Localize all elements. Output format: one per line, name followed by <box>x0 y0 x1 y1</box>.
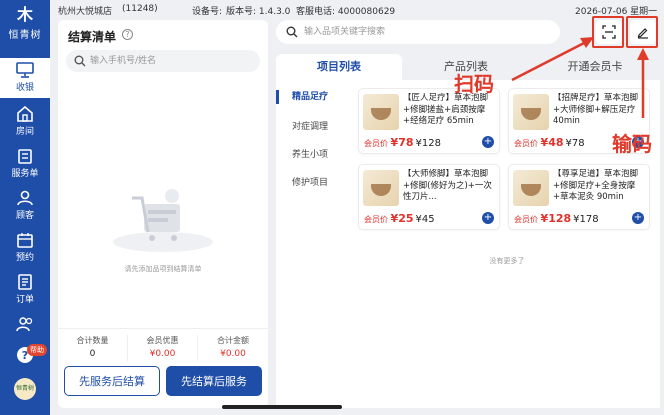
pay-first-button[interactable]: 先结算后服务 <box>166 366 262 396</box>
sidebar-item-staff[interactable] <box>0 312 50 336</box>
help-badge: 帮助 <box>27 344 47 356</box>
member-price: ¥78 <box>390 136 414 149</box>
home-icon <box>17 106 33 122</box>
product-title: 【招牌足疗】草本泡脚+大师修脚+解压足疗 40min <box>553 93 639 126</box>
search-icon <box>74 55 86 67</box>
home-indicator <box>222 405 342 409</box>
member-price: ¥48 <box>540 136 564 149</box>
product-price: 会员价 ¥128 ¥178 <box>514 212 599 225</box>
product-card[interactable]: 【尊享足道】草本泡脚+修脚足疗+全身按摩+草本泥灸 90min 会员价 ¥128… <box>508 164 650 230</box>
sidebar-item-label: 顾客 <box>15 211 34 221</box>
users-icon <box>16 317 33 332</box>
member-price-label: 会员价 <box>514 215 538 224</box>
hotline: 客服电话: 4000080629 <box>296 7 396 17</box>
product-image <box>363 170 399 206</box>
device-label: 设备号: <box>192 7 223 17</box>
member-price: ¥128 <box>540 212 572 225</box>
regular-price: ¥45 <box>415 214 435 225</box>
member-price-label: 会员价 <box>514 139 538 148</box>
regular-price: ¥128 <box>415 138 441 149</box>
add-icon[interactable]: + <box>482 212 494 224</box>
add-icon[interactable]: + <box>482 136 494 148</box>
summary-value: 0 <box>89 349 96 359</box>
summary-label: 会员优惠 <box>146 336 179 345</box>
sidebar: ⽊ 恒青树 收银 房间 服务单 顾客 预约 订单 ? 帮助 恒青树 <box>0 0 50 415</box>
store-id: (11248) <box>122 4 158 14</box>
summary-label: 合计数量 <box>76 336 109 345</box>
category-item[interactable]: 精品足疗 <box>276 84 354 110</box>
member-search-input[interactable] <box>90 53 250 69</box>
checkout-panel: 结算清单 ? 请先添加品项到结算清单 合计数量 0 会员优惠 ¥0.00 合计金… <box>58 20 268 408</box>
tab-projects[interactable]: 项目列表 <box>276 54 402 80</box>
cashier-icon <box>16 62 34 78</box>
summary-quantity: 合计数量 0 <box>58 335 128 361</box>
scan-highlight <box>592 16 624 48</box>
empty-text: 请先添加品项到结算清单 <box>124 265 202 273</box>
product-image <box>513 170 549 206</box>
product-title: 【匠人足疗】草本泡脚+修脚搓盐+肩颈按摩+经络足疗 65min <box>403 93 489 126</box>
member-price-label: 会员价 <box>364 215 388 224</box>
logo-text: 恒青树 <box>8 30 42 41</box>
sidebar-item-label: 房间 <box>15 127 34 137</box>
sidebar-item-label: 服务单 <box>11 169 39 179</box>
empty-cart-icon <box>113 189 213 252</box>
user-icon <box>17 190 33 206</box>
summary-value: ¥0.00 <box>220 349 246 359</box>
category-item[interactable]: 养生小项 <box>276 142 354 168</box>
product-image <box>513 94 549 130</box>
tab-membership[interactable]: 开通会员卡 <box>530 54 660 80</box>
product-price: 会员价 ¥78 ¥128 <box>364 136 441 149</box>
list-icon <box>18 274 32 290</box>
regular-price: ¥78 <box>565 138 585 149</box>
no-more-text: 没有更多了 <box>489 257 525 265</box>
sidebar-item-label: 订单 <box>15 295 34 305</box>
store-name: 杭州大悦城店 <box>58 7 113 17</box>
summary-value: ¥0.00 <box>149 349 176 359</box>
member-price-label: 会员价 <box>364 139 388 148</box>
order-icon <box>18 149 32 164</box>
add-icon[interactable]: + <box>632 212 644 224</box>
summary-discount: 会员优惠 ¥0.00 <box>128 335 198 361</box>
product-card[interactable]: 【匠人足疗】草本泡脚+修脚搓盐+肩颈按摩+经络足疗 65min 会员价 ¥78 ¥… <box>358 88 500 154</box>
sidebar-item-service-order[interactable]: 服务单 <box>0 144 50 184</box>
summary-label: 合计金额 <box>217 336 249 345</box>
avatar[interactable]: 恒青树 <box>14 378 36 400</box>
logo: ⽊ 恒青树 <box>0 5 50 42</box>
scan-annotation: 扫码 <box>454 72 494 96</box>
checkout-summary: 合计数量 0 会员优惠 ¥0.00 合计金额 ¥0.00 <box>58 328 268 362</box>
code-highlight <box>626 16 658 48</box>
product-title: 【尊享足道】草本泡脚+修脚足疗+全身按摩+草本泥灸 90min <box>553 169 639 202</box>
checkout-title: 结算清单 <box>68 30 117 44</box>
member-price: ¥25 <box>390 212 414 225</box>
search-icon <box>286 26 298 38</box>
serve-first-button[interactable]: 先服务后结算 <box>64 366 160 396</box>
sidebar-item-customers[interactable]: 顾客 <box>0 186 50 226</box>
sidebar-item-rooms[interactable]: 房间 <box>0 102 50 142</box>
product-price: 会员价 ¥48 ¥78 <box>514 136 585 149</box>
category-item[interactable]: 对症调理 <box>276 114 354 140</box>
summary-total: 合计金额 ¥0.00 <box>198 335 268 361</box>
sidebar-item-cashier[interactable]: 收银 <box>0 58 50 98</box>
category-item[interactable]: 修护项目 <box>276 170 354 196</box>
member-search[interactable] <box>66 50 260 72</box>
sidebar-item-label: 预约 <box>15 253 34 263</box>
code-annotation: 输码 <box>612 132 652 156</box>
sidebar-item-label: 收银 <box>15 83 34 93</box>
version: 版本号: 1.4.3.0 <box>226 7 291 17</box>
product-search[interactable] <box>276 20 560 44</box>
product-card[interactable]: 【大师修脚】草本泡脚+修脚(修好为之)+一次性刀片... 会员价 ¥25 ¥45 … <box>358 164 500 230</box>
logo-mark-icon: ⽊ <box>16 5 33 24</box>
product-content: 精品足疗 对症调理 养生小项 修护项目 【匠人足疗】草本泡脚+修脚搓盐+肩颈按摩… <box>276 80 660 408</box>
status-bar: 杭州大悦城店 (11248) 设备号: 版本号: 1.4.3.0 客服电话: 4… <box>50 0 664 18</box>
product-search-input[interactable] <box>304 24 554 40</box>
product-price: 会员价 ¥25 ¥45 <box>364 212 435 225</box>
regular-price: ¥178 <box>573 214 599 225</box>
product-image <box>363 94 399 130</box>
product-title: 【大师修脚】草本泡脚+修脚(修好为之)+一次性刀片... <box>403 169 492 202</box>
calendar-icon <box>17 233 33 248</box>
question-icon[interactable]: ? <box>122 29 133 40</box>
sidebar-item-orders[interactable]: 订单 <box>0 270 50 310</box>
sidebar-item-booking[interactable]: 预约 <box>0 228 50 268</box>
